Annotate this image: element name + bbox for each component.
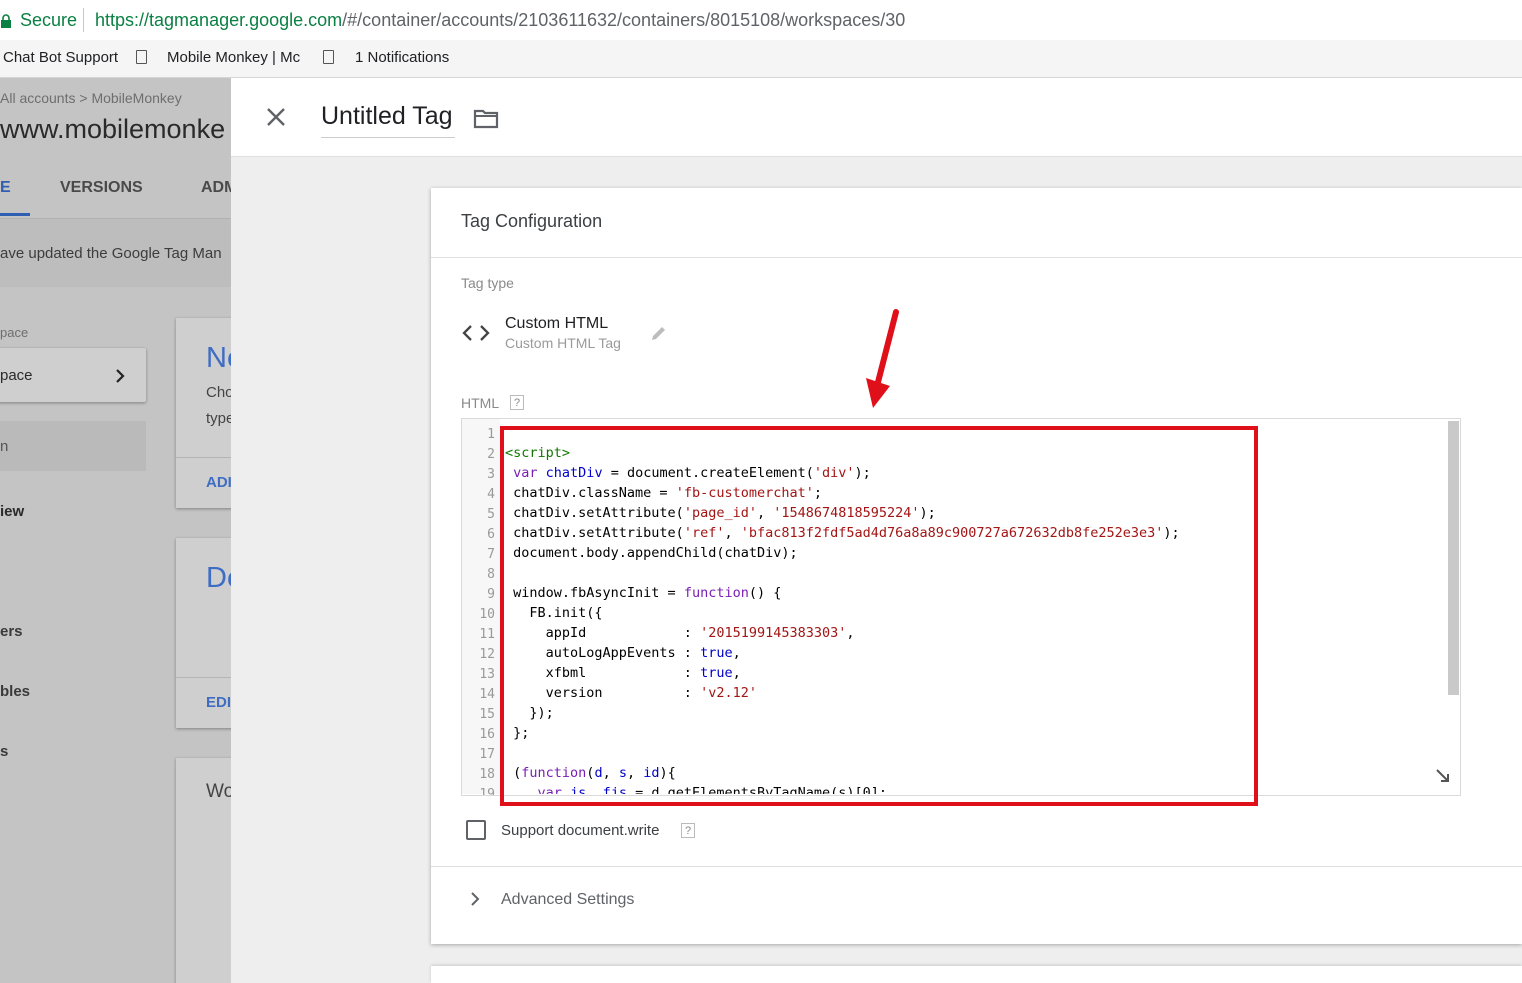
sidebar-item-folders[interactable]: s (0, 743, 8, 760)
line-number: 6 (487, 527, 495, 542)
url-path: /#/container/accounts/2103611632/contain… (342, 10, 906, 30)
workspace-label: pace (0, 325, 29, 340)
line-number: 16 (479, 727, 495, 742)
help-icon[interactable]: ? (681, 823, 695, 838)
sidebar-item-triggers[interactable]: ers (0, 623, 23, 640)
card-action-add[interactable]: ADI (206, 474, 231, 491)
divider (431, 866, 1522, 867)
page-icon (323, 50, 334, 64)
search-placeholder: n (0, 438, 9, 455)
title-underline (321, 137, 455, 138)
card-title: Ne (206, 342, 231, 374)
url-host: https://tagmanager.google.com (95, 10, 343, 30)
code-icon (462, 325, 490, 341)
page-icon (136, 50, 147, 64)
line-number: 3 (487, 467, 495, 482)
chevron-right-icon (116, 369, 125, 383)
address-separator (83, 8, 84, 32)
sidebar-item-overview[interactable]: iew (0, 503, 24, 520)
tag-type-name[interactable]: Custom HTML (505, 315, 608, 333)
editor-scrollbar[interactable] (1448, 421, 1459, 695)
line-number: 15 (479, 707, 495, 722)
line-number: 8 (487, 567, 495, 582)
bookmark-notifications[interactable]: 1 Notifications (355, 49, 449, 66)
card-text: type (206, 410, 231, 427)
close-icon[interactable] (263, 104, 289, 130)
folder-icon[interactable] (473, 108, 499, 129)
divider (176, 457, 231, 458)
secure-label: Secure (20, 10, 78, 30)
card-action-edit[interactable]: EDI (206, 694, 231, 711)
help-icon[interactable]: ? (510, 395, 524, 410)
edit-pencil-icon[interactable] (650, 325, 667, 342)
lock-icon (1, 14, 11, 28)
line-number: 11 (479, 627, 495, 642)
search-box[interactable] (0, 421, 146, 471)
support-docwrite-checkbox[interactable] (466, 820, 486, 840)
line-number: 19 (479, 787, 495, 795)
background-workspace: All accounts > MobileMonkey www.mobilemo… (0, 78, 231, 983)
tab-workspace[interactable]: E (0, 179, 11, 197)
card-title: Wo (206, 781, 231, 802)
html-label: HTML (461, 395, 500, 411)
divider (176, 677, 231, 678)
card-text: Cho (206, 384, 231, 401)
line-number: 10 (479, 607, 495, 622)
line-number: 4 (487, 487, 495, 502)
support-docwrite-label: Support document.write (501, 822, 660, 839)
breadcrumb: All accounts > MobileMonkey (0, 90, 182, 106)
sidebar-item-variables[interactable]: bles (0, 683, 30, 700)
card-title: De (206, 562, 231, 594)
triggering-card (431, 966, 1522, 983)
line-number: 13 (479, 667, 495, 682)
bookmark-chat-bot-support[interactable]: Chat Bot Support (3, 49, 118, 66)
tab-versions[interactable]: VERSIONS (60, 179, 143, 197)
bookmark-mobile-monkey[interactable]: Mobile Monkey | Mc (167, 49, 300, 66)
tag-title[interactable]: Untitled Tag (321, 102, 453, 131)
advanced-settings-toggle[interactable]: Advanced Settings (501, 891, 634, 909)
workspace-name: pace (0, 367, 33, 384)
divider (431, 257, 1522, 258)
active-tab-indicator (0, 213, 30, 216)
tab-admin[interactable]: ADM (201, 179, 231, 197)
red-arrow-annotation (866, 309, 899, 408)
line-number: 7 (487, 547, 495, 562)
notice-text: ave updated the Google Tag Man (0, 245, 222, 262)
line-number: 18 (479, 767, 495, 782)
line-number: 9 (487, 587, 495, 602)
line-number: 17 (479, 747, 495, 762)
chevron-right-icon[interactable] (469, 891, 481, 907)
tag-configuration-title: Tag Configuration (461, 211, 603, 231)
line-number: 12 (479, 647, 495, 662)
line-number: 14 (479, 687, 495, 702)
resize-handle-icon[interactable] (1435, 768, 1451, 784)
container-name: www.mobilemonke (0, 114, 226, 144)
line-number: 5 (487, 507, 495, 522)
url-text[interactable]: https://tagmanager.google.com/#/containe… (95, 10, 905, 31)
line-number: 1 (487, 427, 495, 442)
highlight-box (500, 426, 1258, 806)
tag-type-subtitle: Custom HTML Tag (505, 335, 621, 351)
tag-type-label: Tag type (461, 275, 514, 291)
line-number: 2 (487, 447, 495, 462)
